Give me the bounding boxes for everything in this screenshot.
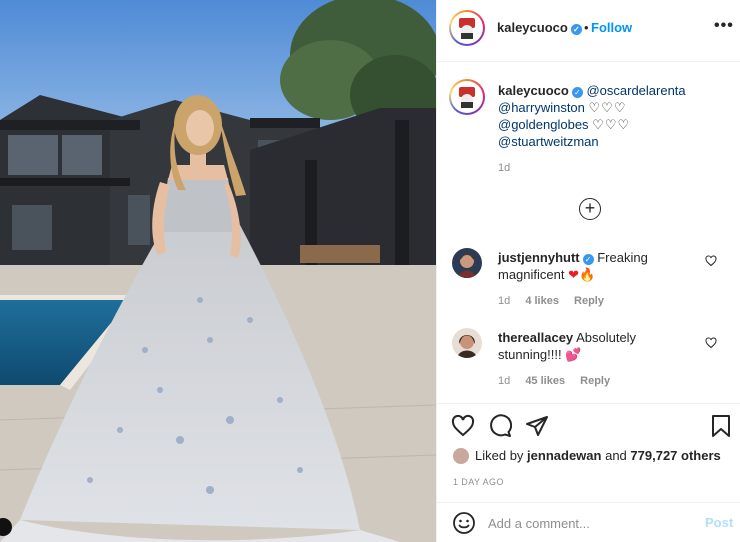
caption-text: kaleycuoco ✓ @oscardelarenta @harrywinsto… [498, 82, 734, 150]
mention-stuartweitzman[interactable]: @stuartweitzman [498, 134, 599, 149]
caption-avatar[interactable] [449, 79, 485, 115]
save-bookmark-icon[interactable] [709, 414, 733, 438]
follow-button[interactable]: Follow [591, 20, 632, 35]
post-timestamp[interactable]: 1 DAY AGO [453, 477, 504, 487]
heart-fire-emoji-icon: ❤🔥 [568, 267, 596, 282]
post-actions: Liked by jennadewan and 779,727 others 1… [437, 403, 740, 503]
load-more-comments-button[interactable]: + [579, 198, 601, 220]
comment-text: justjennyhutt ✓ Freaking magnificent ❤🔥 [498, 249, 698, 283]
likes-summary: Liked by jennadewan and 779,727 others [453, 448, 721, 464]
post-photo[interactable] [0, 0, 436, 542]
photo-illustration [0, 0, 436, 542]
verified-badge-icon: ✓ [570, 24, 582, 35]
comment-time[interactable]: 1d [498, 375, 510, 387]
comment-likes[interactable]: 45 likes [525, 375, 565, 387]
avatar-image [459, 87, 475, 108]
share-paper-plane-icon[interactable] [525, 414, 549, 438]
liked-by-prefix: Liked by [475, 448, 524, 463]
post-comment-button[interactable]: Post [705, 515, 733, 530]
author-username-text[interactable]: kaleycuoco [497, 20, 568, 35]
author-username[interactable]: kaleycuoco ✓ [497, 20, 582, 35]
comment-reply-button[interactable]: Reply [580, 375, 610, 387]
comment-username[interactable]: justjennyhutt [498, 250, 580, 265]
comment-reply-button[interactable]: Reply [574, 295, 604, 307]
caption-username[interactable]: kaleycuoco [498, 83, 569, 98]
post-detail-panel: kaleycuoco ✓ • Follow ••• kaleycuoco ✓ @os… [436, 0, 740, 542]
avatar-image [459, 18, 475, 39]
comment-likes[interactable]: 4 likes [525, 295, 559, 307]
mention-goldenglobes[interactable]: @goldenglobes [498, 117, 589, 132]
likes-count[interactable]: 779,727 others [630, 448, 720, 463]
commenter-avatar[interactable] [452, 328, 482, 358]
comment-bubble-icon[interactable] [488, 414, 513, 438]
two-hearts-emoji-icon: 💕 [565, 347, 582, 362]
verified-badge-icon: ✓ [582, 254, 594, 265]
comment-text: thereallacey Absolutely stunning!!!! 💕 [498, 329, 698, 363]
verified-badge-icon: ✓ [571, 87, 583, 98]
avatar-image [452, 328, 482, 358]
comment-username[interactable]: thereallacey [498, 330, 573, 345]
mention-oscardelarenta[interactable]: @oscardelarenta [586, 83, 685, 98]
post-header: kaleycuoco ✓ • Follow ••• [437, 0, 740, 62]
comment-like-icon[interactable] [705, 337, 717, 352]
comment-input[interactable] [488, 512, 688, 534]
emoji-smiley-icon[interactable] [452, 511, 476, 535]
hearts-emoji-icon: ♡♡♡ [592, 117, 631, 132]
add-comment-bar: Post [437, 502, 740, 542]
comment-like-icon[interactable] [705, 255, 717, 270]
hearts-emoji-icon: ♡♡♡ [588, 100, 627, 115]
caption-timestamp[interactable]: 1d [498, 162, 510, 174]
liker-avatar[interactable] [453, 448, 469, 464]
avatar-image [452, 248, 482, 278]
like-heart-icon[interactable] [451, 414, 475, 438]
comment-meta: 1d 4 likes Reply [498, 295, 616, 307]
comment-meta: 1d 45 likes Reply [498, 375, 622, 387]
more-options-icon[interactable]: ••• [714, 17, 734, 35]
mention-harrywinston[interactable]: @harrywinston [498, 100, 585, 115]
header-separator: • [584, 20, 589, 35]
liker-username[interactable]: jennadewan [527, 448, 601, 463]
comment-time[interactable]: 1d [498, 295, 510, 307]
author-avatar[interactable] [449, 10, 485, 46]
liked-by-and: and [605, 448, 627, 463]
commenter-avatar[interactable] [452, 248, 482, 278]
